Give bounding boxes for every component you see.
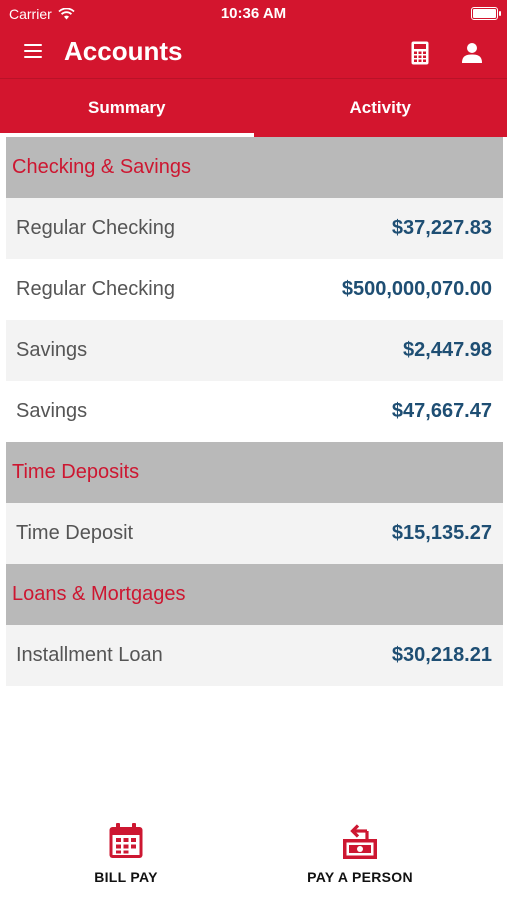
account-row[interactable]: Installment Loan $30,218.21 bbox=[6, 625, 503, 686]
tab-activity[interactable]: Activity bbox=[254, 79, 507, 137]
account-row[interactable]: Time Deposit $15,135.27 bbox=[6, 503, 503, 564]
account-row[interactable]: Savings $47,667.47 bbox=[6, 381, 503, 442]
status-time: 10:36 AM bbox=[220, 5, 287, 22]
status-bar: Carrier 10:36 AM bbox=[0, 0, 507, 28]
page-title: Accounts bbox=[64, 36, 183, 66]
tab-summary[interactable]: Summary bbox=[0, 79, 254, 137]
account-name: Savings bbox=[16, 400, 88, 422]
calculator-icon[interactable] bbox=[411, 41, 429, 65]
pay-a-person-label: PAY A PERSON bbox=[307, 869, 413, 885]
account-balance: $37,227.83 bbox=[391, 217, 492, 239]
accounts-screen: Carrier 10:36 AM Accounts Summary Activi… bbox=[0, 0, 507, 900]
battery-icon bbox=[471, 7, 501, 20]
account-balance: $2,447.98 bbox=[403, 339, 492, 361]
section-header-checking-savings: Checking & Savings bbox=[6, 137, 503, 198]
bill-pay-label: BILL PAY bbox=[94, 869, 158, 885]
section-header-time-deposits: Time Deposits bbox=[6, 442, 503, 503]
account-balance: $500,000,070.00 bbox=[341, 278, 492, 300]
bill-pay-button[interactable]: BILL PAY bbox=[84, 822, 168, 885]
accounts-list: Checking & Savings Regular Checking $37,… bbox=[6, 137, 503, 686]
account-name: Regular Checking bbox=[16, 217, 175, 239]
tab-bar: Summary Activity bbox=[0, 78, 507, 137]
nav-bar: Accounts bbox=[0, 28, 507, 78]
bottom-action-bar: BILL PAY PAY A PERSON bbox=[0, 822, 507, 892]
account-row[interactable]: Regular Checking $37,227.83 bbox=[6, 198, 503, 259]
money-transfer-icon bbox=[343, 824, 377, 859]
user-icon[interactable] bbox=[461, 42, 483, 64]
account-row[interactable]: Regular Checking $500,000,070.00 bbox=[6, 259, 503, 320]
app-header: Carrier 10:36 AM Accounts Summary Activi… bbox=[0, 0, 507, 137]
account-row[interactable]: Savings $2,447.98 bbox=[6, 320, 503, 381]
account-name: Regular Checking bbox=[16, 278, 175, 300]
account-name: Installment Loan bbox=[16, 644, 163, 666]
hamburger-menu-icon[interactable] bbox=[24, 44, 42, 58]
calendar-icon bbox=[109, 823, 143, 858]
account-balance: $47,667.47 bbox=[391, 400, 492, 422]
section-header-loans-mortgages: Loans & Mortgages bbox=[6, 564, 503, 625]
pay-a-person-button[interactable]: PAY A PERSON bbox=[296, 822, 424, 885]
account-name: Savings bbox=[16, 339, 88, 361]
account-balance: $15,135.27 bbox=[391, 522, 492, 544]
account-balance: $30,218.21 bbox=[391, 644, 492, 666]
account-name: Time Deposit bbox=[16, 522, 134, 544]
